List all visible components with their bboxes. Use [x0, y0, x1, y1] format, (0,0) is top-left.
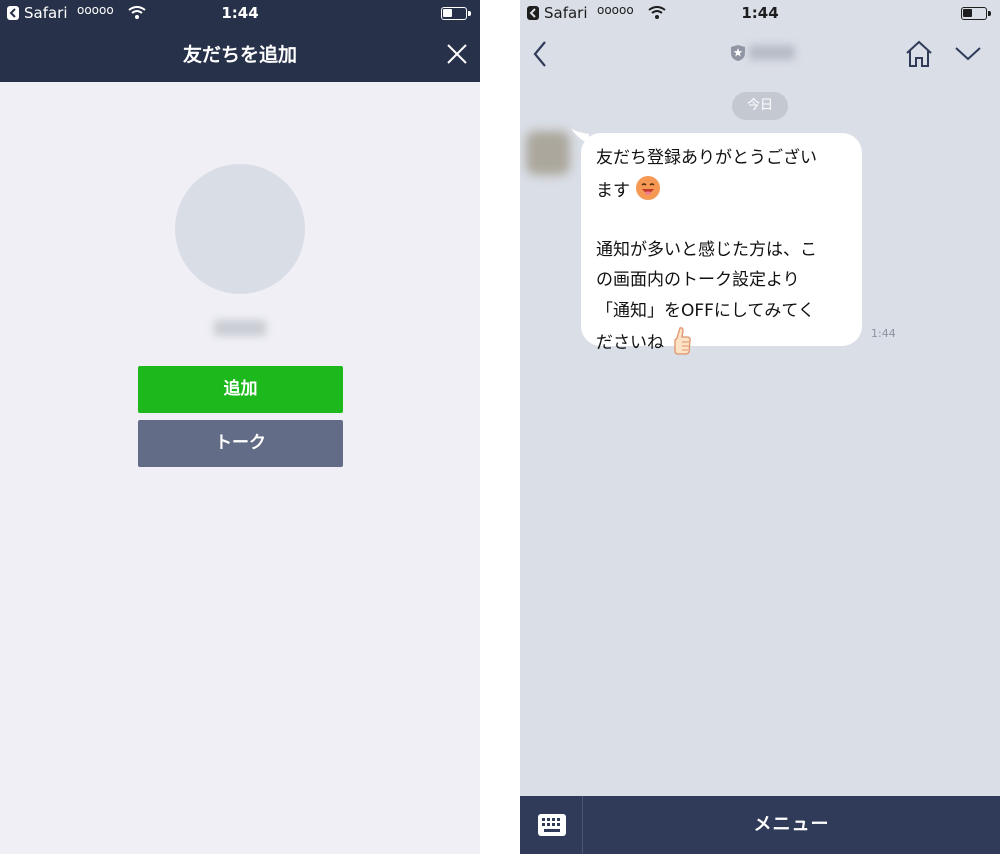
status-time: 1:44	[221, 4, 259, 22]
message-line: ます	[596, 180, 630, 201]
status-bar: Safari ooooo 1:44	[0, 0, 480, 26]
rich-menu-bar: メニュー	[520, 796, 1000, 854]
chevron-down-icon[interactable]	[954, 44, 982, 62]
talk-button[interactable]: トーク	[138, 420, 343, 467]
message-line: 「通知」をOFFにしてみてく	[596, 300, 815, 321]
message-bubble[interactable]: 友だち登録ありがとうござい ます 通知が多いと感じた方は、こ の画面内のトーク設…	[581, 133, 862, 355]
message-line-with-emoji: ださいね	[596, 326, 848, 357]
message-line	[596, 204, 848, 235]
thumbs-up-emoji-icon	[674, 327, 691, 355]
blurred-account-name	[214, 320, 266, 336]
close-icon[interactable]	[444, 41, 470, 67]
message-line-with-emoji: ます	[596, 174, 848, 205]
blurred-chat-name	[749, 45, 795, 60]
message-time: 1:44	[871, 327, 896, 340]
chevron-left-icon[interactable]	[530, 40, 550, 68]
message-line: 通知が多いと感じた方は、こ	[596, 239, 817, 260]
smiling-face-emoji-icon	[636, 175, 660, 200]
menu-button[interactable]: メニュー	[583, 796, 1000, 854]
page-title: 友だちを追加	[182, 44, 297, 66]
add-friend-screen: Safari ooooo 1:44 友だちを追加 追加 トーク	[0, 0, 480, 854]
battery-icon	[441, 7, 471, 20]
keyboard-icon[interactable]	[537, 813, 567, 837]
sender-avatar[interactable]	[526, 131, 570, 175]
header-bar: Safari ooooo 1:44 友だちを追加	[0, 0, 480, 82]
shield-star-icon	[731, 45, 745, 61]
date-separator: 今日	[732, 92, 788, 120]
chat-screen: Safari ooooo 1:44 今日 友だち登録ありがとうござい ます 通知…	[520, 0, 1000, 854]
profile-avatar	[175, 164, 305, 294]
message-line: 友だち登録ありがとうござい	[596, 148, 817, 168]
keyboard-toggle[interactable]	[520, 796, 583, 854]
add-friend-button[interactable]: 追加	[138, 366, 343, 413]
status-time: 1:44	[741, 4, 779, 22]
message-line: ださいね	[596, 333, 664, 353]
battery-icon	[961, 7, 991, 20]
message-line: の画面内のトーク設定より	[596, 270, 800, 290]
status-bar: Safari ooooo 1:44	[520, 0, 1000, 26]
home-icon[interactable]	[904, 40, 934, 68]
